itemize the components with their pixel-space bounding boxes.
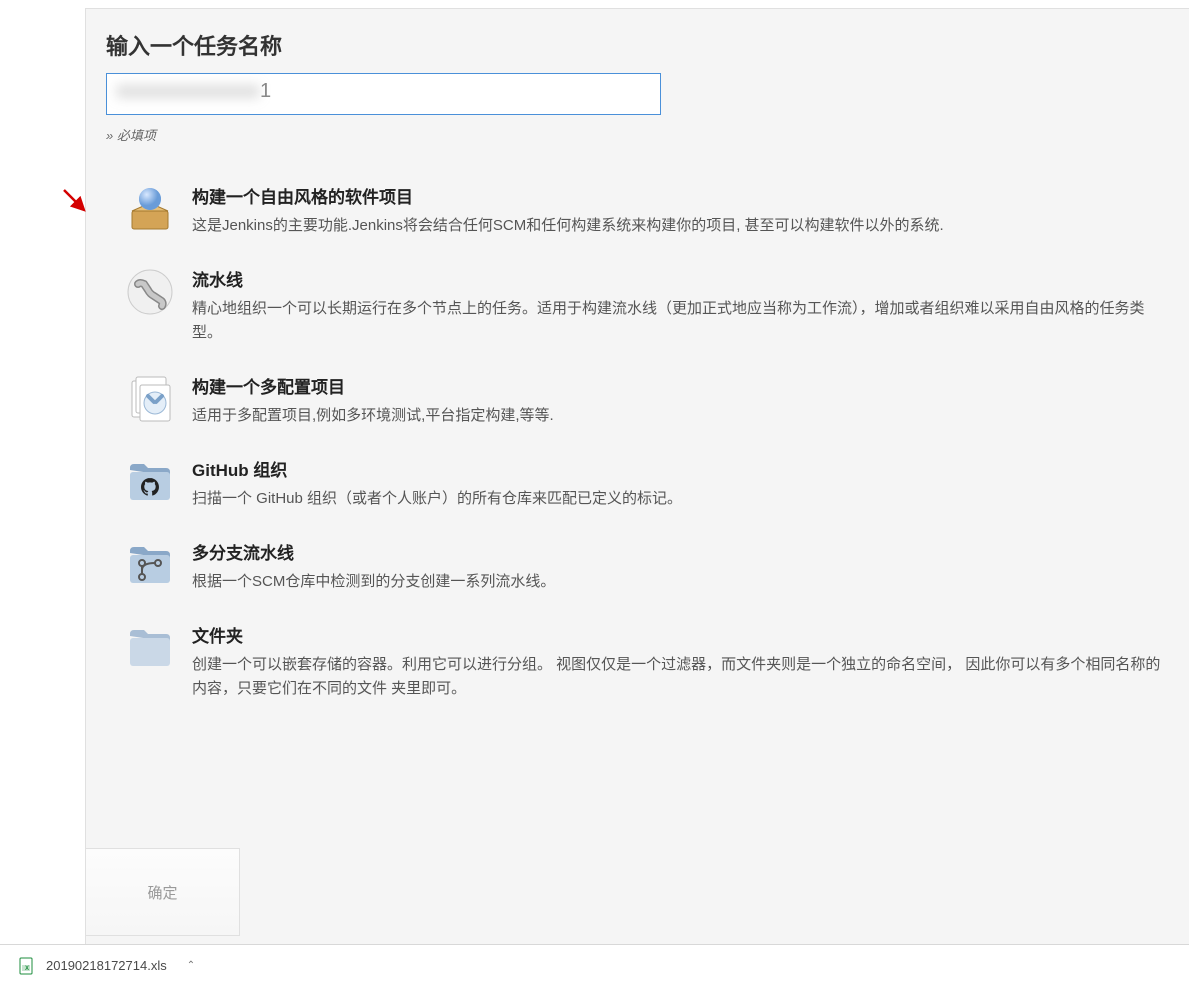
new-item-panel: 输入一个任务名称 xxxxxxxxxxxxx1 » 必填项 构建一个自由风格的软… [85,8,1189,986]
page-title: 输入一个任务名称 [106,29,1169,61]
download-item[interactable]: X 20190218172714.xls ⌃ [12,951,205,981]
ok-button[interactable]: 确定 [85,848,240,936]
option-desc: 适用于多配置项目,例如多环境测试,平台指定构建,等等. [192,404,1169,428]
option-desc: 扫描一个 GitHub 组织（或者个人账户）的所有仓库来匹配已定义的标记。 [192,487,1169,511]
multibranch-icon [126,541,174,589]
freestyle-icon [126,185,174,233]
option-title: 多分支流水线 [192,539,1169,564]
option-title: 流水线 [192,266,1169,291]
option-pipeline[interactable]: 流水线 精心地组织一个可以长期运行在多个节点上的任务。适用于构建流水线（更加正式… [106,252,1169,359]
option-folder[interactable]: 文件夹 创建一个可以嵌套存储的容器。利用它可以进行分组。 视图仅仅是一个过滤器，… [106,608,1169,715]
required-note: » 必填项 [106,125,1169,144]
option-desc: 根据一个SCM仓库中检测到的分支创建一系列流水线。 [192,570,1169,594]
chevron-up-icon[interactable]: ⌃ [187,960,195,971]
item-type-list: 构建一个自由风格的软件项目 这是Jenkins的主要功能.Jenkins将会结合… [106,144,1169,715]
annotation-arrow-icon [62,188,92,218]
option-title: 构建一个自由风格的软件项目 [192,183,1169,208]
item-name-input[interactable]: xxxxxxxxxxxxx1 [106,73,661,115]
option-title: 构建一个多配置项目 [192,373,1169,398]
folder-icon [126,624,174,672]
xls-file-icon: X [18,957,36,975]
github-org-icon [126,458,174,506]
multiconfig-icon [126,375,174,423]
option-freestyle-project[interactable]: 构建一个自由风格的软件项目 这是Jenkins的主要功能.Jenkins将会结合… [106,169,1169,252]
svg-text:X: X [25,966,29,972]
download-filename: 20190218172714.xls [46,958,167,973]
browser-downloads-bar: X 20190218172714.xls ⌃ [0,944,1189,986]
option-title: GitHub 组织 [192,456,1169,481]
option-desc: 创建一个可以嵌套存储的容器。利用它可以进行分组。 视图仅仅是一个过滤器，而文件夹… [192,653,1169,701]
item-name-input-wrapper: xxxxxxxxxxxxx1 [106,73,1169,115]
option-github-org[interactable]: GitHub 组织 扫描一个 GitHub 组织（或者个人账户）的所有仓库来匹配… [106,442,1169,525]
option-title: 文件夹 [192,622,1169,647]
pipeline-icon [126,268,174,316]
blurred-input-portion: xxxxxxxxxxxxx [117,80,260,103]
option-multibranch-pipeline[interactable]: 多分支流水线 根据一个SCM仓库中检测到的分支创建一系列流水线。 [106,525,1169,608]
visible-input-suffix: 1 [260,80,271,102]
option-desc: 精心地组织一个可以长期运行在多个节点上的任务。适用于构建流水线（更加正式地应当称… [192,297,1169,345]
option-multiconfig-project[interactable]: 构建一个多配置项目 适用于多配置项目,例如多环境测试,平台指定构建,等等. [106,359,1169,442]
option-desc: 这是Jenkins的主要功能.Jenkins将会结合任何SCM和任何构建系统来构… [192,214,1169,238]
